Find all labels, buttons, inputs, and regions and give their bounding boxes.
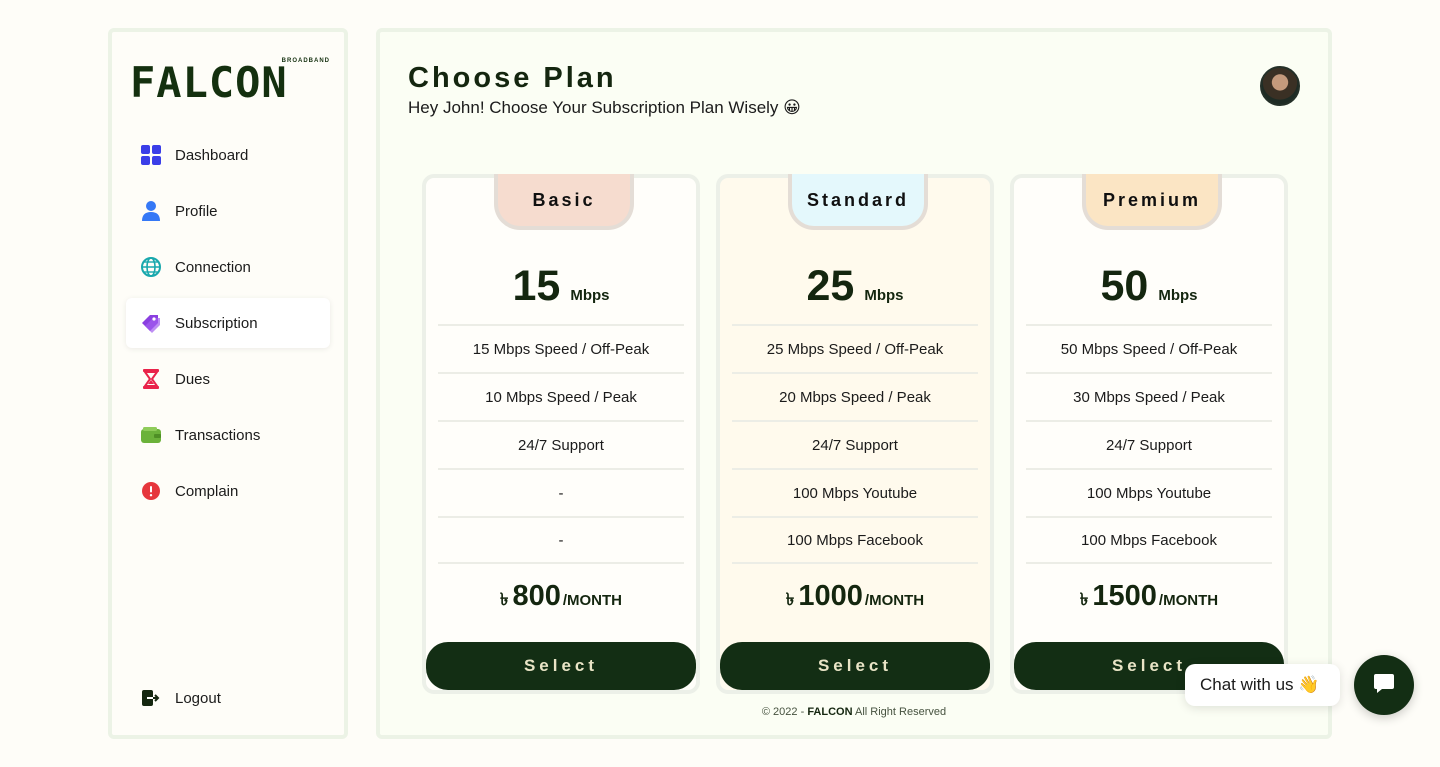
chat-icon (1373, 672, 1395, 699)
footer-prefix: © 2022 - (761, 706, 808, 718)
sidebar-item-label: Complain (175, 482, 239, 500)
sidebar-item-profile[interactable]: Profile (126, 186, 330, 236)
sidebar-item-label: Dues (175, 370, 211, 388)
chat-with-us-bubble[interactable]: Chat with us 👋 (1185, 664, 1340, 706)
avatar[interactable] (1260, 66, 1300, 106)
plan-card-basic: Basic 15 Mbps 15 Mbps Speed / Off-Peak 10… (422, 174, 700, 694)
plan-name-badge: Standard (788, 174, 928, 230)
sidebar-item-label: Transactions (175, 426, 261, 444)
feature-item: 100 Mbps Facebook (732, 516, 978, 564)
price-period: /MONTH (864, 592, 925, 609)
sidebar-nav: Dashboard Profile Connection Subscriptio… (126, 130, 330, 522)
tag-icon (140, 312, 162, 334)
sidebar-item-subscription[interactable]: Subscription (126, 298, 330, 348)
plan-speed: 15 Mbps (426, 262, 696, 311)
price-period: /MONTH (1158, 592, 1219, 609)
logout-icon (140, 687, 162, 709)
dashboard-grid-icon (140, 144, 162, 166)
speed-unit: Mbps (570, 287, 610, 304)
plan-name-badge: Premium (1082, 174, 1222, 230)
wave-emoji-icon: 👋 (1298, 675, 1320, 694)
plan-price: ৳ 1500/MONTH (1014, 580, 1284, 615)
footer-brand: FALCON (807, 706, 853, 718)
feature-item: 100 Mbps Youtube (1026, 468, 1272, 516)
logo-wordmark: FALCON (130, 58, 288, 107)
wallet-icon (140, 424, 162, 446)
sidebar-item-label: Connection (175, 258, 251, 276)
speed-value: 50 (1100, 262, 1149, 310)
feature-list: 25 Mbps Speed / Off-Peak 20 Mbps Speed /… (732, 324, 978, 564)
footer-suffix: All Right Reserved (852, 706, 947, 718)
subtitle-text: Hey John! Choose Your Subscription Plan … (408, 98, 779, 117)
speed-value: 25 (806, 262, 855, 310)
plan-cards: Basic 15 Mbps 15 Mbps Speed / Off-Peak 10… (422, 174, 1290, 694)
feature-item: 15 Mbps Speed / Off-Peak (438, 324, 684, 372)
feature-item: 25 Mbps Speed / Off-Peak (732, 324, 978, 372)
price-value: 800 (512, 580, 561, 612)
select-standard-button[interactable]: Select (720, 642, 990, 690)
sidebar-item-transactions[interactable]: Transactions (126, 410, 330, 460)
speed-unit: Mbps (1158, 287, 1198, 304)
user-icon (140, 200, 162, 222)
price-period: /MONTH (562, 592, 623, 609)
main-panel: Choose Plan Hey John! Choose Your Subscr… (376, 28, 1332, 739)
feature-list: 50 Mbps Speed / Off-Peak 30 Mbps Speed /… (1026, 324, 1272, 564)
feature-item: - (438, 468, 684, 516)
sidebar-item-complain[interactable]: Complain (126, 466, 330, 516)
feature-item: - (438, 516, 684, 564)
sidebar: BROADBAND FALCON Dashboard Profile Conne… (108, 28, 348, 739)
feature-item: 10 Mbps Speed / Peak (438, 372, 684, 420)
sidebar-item-label: Subscription (175, 314, 258, 332)
currency-symbol: ৳ (1079, 590, 1089, 609)
footer: © 2022 - FALCON All Right Reserved (380, 706, 1328, 718)
logout-label: Logout (175, 689, 221, 707)
plan-price: ৳ 800/MONTH (426, 580, 696, 615)
sidebar-item-label: Profile (175, 202, 218, 220)
currency-symbol: ৳ (785, 590, 795, 609)
feature-item: 24/7 Support (438, 420, 684, 468)
plan-card-standard: Standard 25 Mbps 25 Mbps Speed / Off-Peak… (716, 174, 994, 694)
speed-value: 15 (512, 262, 561, 310)
feature-item: 30 Mbps Speed / Peak (1026, 372, 1272, 420)
chat-label: Chat with us (1200, 675, 1294, 694)
hourglass-icon (140, 368, 162, 390)
page-title: Choose Plan (408, 62, 617, 94)
globe-icon (140, 256, 162, 278)
sidebar-item-dashboard[interactable]: Dashboard (126, 130, 330, 180)
currency-symbol: ৳ (499, 590, 509, 609)
sidebar-item-label: Dashboard (175, 146, 249, 164)
feature-item: 24/7 Support (732, 420, 978, 468)
sidebar-item-dues[interactable]: Dues (126, 354, 330, 404)
logout-button[interactable]: Logout (126, 676, 330, 720)
grin-emoji-icon: 😀 (783, 98, 801, 117)
select-basic-button[interactable]: Select (426, 642, 696, 690)
chat-launcher-button[interactable] (1354, 655, 1414, 715)
plan-speed: 25 Mbps (720, 262, 990, 311)
sidebar-item-connection[interactable]: Connection (126, 242, 330, 292)
feature-item: 100 Mbps Facebook (1026, 516, 1272, 564)
speed-unit: Mbps (864, 287, 904, 304)
feature-item: 100 Mbps Youtube (732, 468, 978, 516)
plan-price: ৳ 1000/MONTH (720, 580, 990, 615)
feature-item: 50 Mbps Speed / Off-Peak (1026, 324, 1272, 372)
plan-card-premium: Premium 50 Mbps 50 Mbps Speed / Off-Peak … (1010, 174, 1288, 694)
page-subtitle: Hey John! Choose Your Subscription Plan … (408, 98, 801, 118)
price-value: 1000 (798, 580, 863, 612)
feature-list: 15 Mbps Speed / Off-Peak 10 Mbps Speed /… (438, 324, 684, 564)
plan-name-badge: Basic (494, 174, 634, 230)
falcon-logo[interactable]: BROADBAND FALCON (130, 46, 330, 106)
feature-item: 20 Mbps Speed / Peak (732, 372, 978, 420)
alert-circle-icon (140, 480, 162, 502)
plan-speed: 50 Mbps (1014, 262, 1284, 311)
feature-item: 24/7 Support (1026, 420, 1272, 468)
logo-tagline: BROADBAND (281, 58, 330, 64)
price-value: 1500 (1092, 580, 1157, 612)
